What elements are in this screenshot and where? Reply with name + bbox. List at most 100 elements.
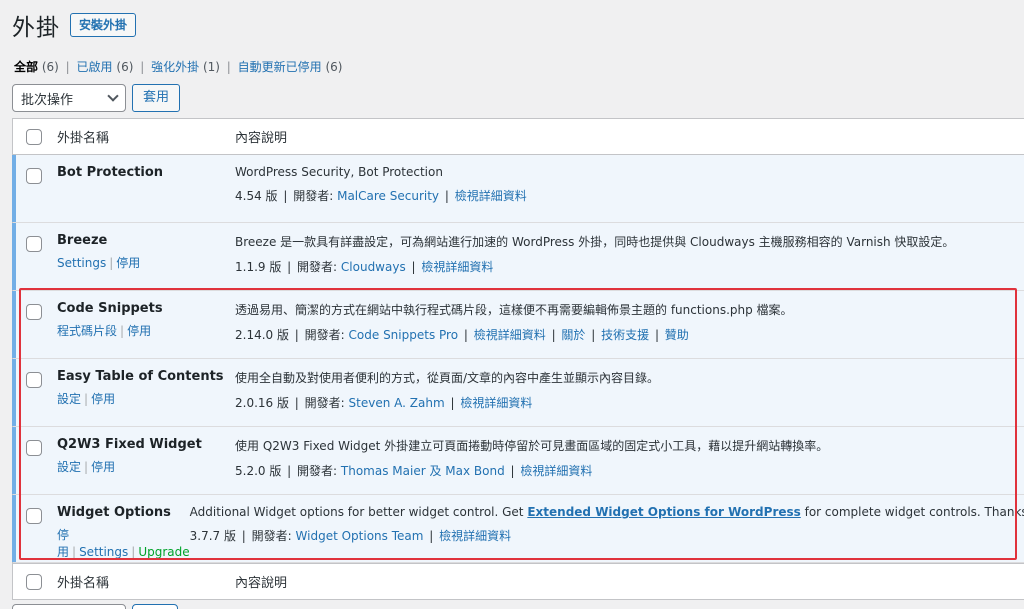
plugin-author-link[interactable]: Thomas Maier 及 Max Bond bbox=[341, 464, 505, 478]
plugin-row: Widget Options 停用 | Settings | Upgrade Addit… bbox=[12, 495, 1024, 563]
plugin-row: Q2W3 Fixed Widget 設定 | 停用 使用 Q2W3 Fixed Wi… bbox=[12, 427, 1024, 495]
plugin-author-link[interactable]: Steven A. Zahm bbox=[349, 396, 445, 410]
column-footer-name: 外掛名稱 bbox=[57, 576, 110, 591]
description-text: for complete widget controls. Thanks! bbox=[800, 505, 1024, 519]
plugin-name: Widget Options bbox=[57, 505, 171, 520]
select-all-checkbox-footer[interactable] bbox=[26, 573, 42, 590]
separator: | bbox=[140, 60, 145, 74]
settings-link[interactable]: Settings bbox=[79, 545, 128, 559]
plugin-by: 開發者: bbox=[251, 529, 292, 543]
plugin-meta: 1.1.9 版 | 開發者: Cloudways | 檢視詳細資料 bbox=[235, 260, 494, 274]
row-checkbox[interactable] bbox=[26, 236, 42, 252]
row-actions: 停用 | Settings | Upgrade bbox=[57, 528, 190, 559]
filter-active-count: (6) bbox=[116, 60, 134, 74]
deactivate-link[interactable]: 停用 bbox=[116, 256, 140, 270]
plugin-version: 5.2.0 版 bbox=[235, 464, 282, 478]
page-header: 外掛 安裝外掛 bbox=[12, 8, 137, 42]
plugin-by: 開發者: bbox=[297, 260, 338, 274]
settings-link[interactable]: 設定 bbox=[57, 460, 81, 474]
deactivate-link[interactable]: 停用 bbox=[57, 528, 69, 559]
add-plugin-button[interactable]: 安裝外掛 bbox=[70, 13, 137, 37]
plugin-description: Breeze 是一款具有詳盡設定，可為網站進行加速的 WordPress 外掛，… bbox=[235, 235, 955, 249]
plugin-by: 開發者: bbox=[293, 189, 334, 203]
plugin-description: 使用全自動及對使用者便利的方式，從頁面/文章的內容中產生並顯示內容目錄。 bbox=[235, 371, 660, 385]
apply-button[interactable]: 套用 bbox=[132, 84, 181, 112]
plugin-row: Easy Table of Contents 設定 | 停用 使用全自動及對使用者便… bbox=[12, 359, 1024, 427]
plugin-author-link[interactable]: Cloudways bbox=[341, 260, 406, 274]
plugin-author-link[interactable]: Widget Options Team bbox=[296, 529, 424, 543]
table-header: 外掛名稱 內容說明 bbox=[13, 119, 1024, 155]
apply-button-bottom[interactable] bbox=[132, 604, 178, 609]
plugins-table: 外掛名稱 內容說明 Bot Protection WordPress Secur… bbox=[12, 118, 1024, 600]
plugin-version: 3.7.7 版 bbox=[189, 529, 236, 543]
plugin-by: 開發者: bbox=[304, 328, 345, 342]
row-checkbox[interactable] bbox=[26, 508, 42, 524]
row-checkbox[interactable] bbox=[26, 168, 42, 184]
row-checkbox[interactable] bbox=[26, 304, 42, 320]
plugin-name: Q2W3 Fixed Widget bbox=[57, 437, 202, 452]
plugin-meta: 2.14.0 版 | 開發者: Code Snippets Pro | 檢視詳細… bbox=[235, 328, 689, 342]
filter-all-count: (6) bbox=[41, 60, 59, 74]
filter-active[interactable]: 已啟用 bbox=[77, 60, 113, 74]
row-actions: 程式碼片段 | 停用 bbox=[57, 324, 152, 338]
plugin-version: 2.0.16 版 bbox=[235, 396, 289, 410]
about-link[interactable]: 關於 bbox=[561, 328, 585, 342]
plugin-name: Breeze bbox=[57, 233, 108, 248]
view-details-link[interactable]: 檢視詳細資料 bbox=[455, 189, 527, 203]
donate-link[interactable]: 贊助 bbox=[665, 328, 689, 342]
plugin-meta: 2.0.16 版 | 開發者: Steven A. Zahm | 檢視詳細資料 bbox=[235, 396, 533, 410]
plugin-author-link[interactable]: MalCare Security bbox=[337, 189, 439, 203]
table-footer: 外掛名稱 內容說明 bbox=[13, 563, 1024, 599]
bulk-action-value: 批次操作 bbox=[21, 92, 74, 108]
bulk-action-select-bottom[interactable] bbox=[12, 604, 126, 609]
filter-mustuse-count: (1) bbox=[202, 60, 220, 74]
filter-all[interactable]: 全部 bbox=[14, 60, 38, 74]
deactivate-link[interactable]: 停用 bbox=[127, 324, 151, 338]
view-details-link[interactable]: 檢視詳細資料 bbox=[474, 328, 546, 342]
chevron-down-icon bbox=[107, 90, 119, 102]
plugin-name: Bot Protection bbox=[57, 165, 164, 180]
settings-link[interactable]: Settings bbox=[57, 256, 106, 270]
view-details-link[interactable]: 檢視詳細資料 bbox=[421, 260, 493, 274]
plugin-by: 開發者: bbox=[297, 464, 338, 478]
row-actions: 設定 | 停用 bbox=[57, 460, 116, 474]
snippets-link[interactable]: 程式碼片段 bbox=[57, 324, 117, 338]
plugin-meta: 3.7.7 版 | 開發者: Widget Options Team | 檢視詳… bbox=[189, 529, 512, 543]
plugin-author-link[interactable]: Code Snippets Pro bbox=[349, 328, 459, 342]
separator: | bbox=[226, 60, 231, 74]
view-details-link[interactable]: 檢視詳細資料 bbox=[460, 396, 532, 410]
plugin-by: 開發者: bbox=[304, 396, 345, 410]
column-header-description: 內容說明 bbox=[235, 131, 288, 146]
select-all-checkbox[interactable] bbox=[26, 128, 42, 145]
deactivate-link[interactable]: 停用 bbox=[91, 392, 115, 406]
view-details-link[interactable]: 檢視詳細資料 bbox=[439, 529, 511, 543]
plugin-name: Code Snippets bbox=[57, 301, 163, 316]
upgrade-link[interactable]: Upgrade bbox=[138, 545, 189, 559]
filter-mustuse[interactable]: 強化外掛 bbox=[151, 60, 199, 74]
row-actions: 設定 | 停用 bbox=[57, 392, 116, 406]
support-link[interactable]: 技術支援 bbox=[601, 328, 649, 342]
filter-autoupdate-count: (6) bbox=[325, 60, 343, 74]
separator: | bbox=[65, 60, 70, 74]
settings-link[interactable]: 設定 bbox=[57, 392, 81, 406]
plugin-status-filters: 全部 (6) | 已啟用 (6) | 強化外掛 (1) | 自動更新已停用 (6… bbox=[14, 58, 342, 75]
plugin-row: Code Snippets 程式碼片段 | 停用 透過易用、簡潔的方式在網站中執行程… bbox=[12, 291, 1024, 359]
plugin-row: Bot Protection WordPress Security, Bot P… bbox=[12, 155, 1024, 223]
bulk-action-select[interactable]: 批次操作 bbox=[12, 84, 126, 112]
plugin-description: Additional Widget options for better wid… bbox=[190, 505, 1024, 519]
extended-widget-options-link[interactable]: Extended Widget Options for WordPress bbox=[527, 505, 800, 519]
deactivate-link[interactable]: 停用 bbox=[91, 460, 115, 474]
bulk-actions: 批次操作 套用 bbox=[12, 84, 181, 112]
plugin-row: Breeze Settings | 停用 Breeze 是一款具有詳盡設定，可為網站… bbox=[12, 223, 1024, 291]
plugin-meta: 5.2.0 版 | 開發者: Thomas Maier 及 Max Bond |… bbox=[235, 464, 593, 478]
row-checkbox[interactable] bbox=[26, 372, 42, 388]
row-actions: Settings | 停用 bbox=[57, 256, 141, 270]
filter-autoupdate-disabled[interactable]: 自動更新已停用 bbox=[238, 60, 322, 74]
plugin-version: 4.54 版 bbox=[235, 189, 278, 203]
description-text: Additional Widget options for better wid… bbox=[189, 505, 528, 519]
plugin-description: 使用 Q2W3 Fixed Widget 外掛建立可頁面捲動時停留於可見畫面區域… bbox=[235, 439, 829, 453]
plugin-version: 2.14.0 版 bbox=[235, 328, 289, 342]
row-checkbox[interactable] bbox=[26, 440, 42, 456]
plugin-description: 透過易用、簡潔的方式在網站中執行程式碼片段，這樣便不再需要編輯佈景主題的 fun… bbox=[235, 303, 793, 317]
view-details-link[interactable]: 檢視詳細資料 bbox=[520, 464, 592, 478]
